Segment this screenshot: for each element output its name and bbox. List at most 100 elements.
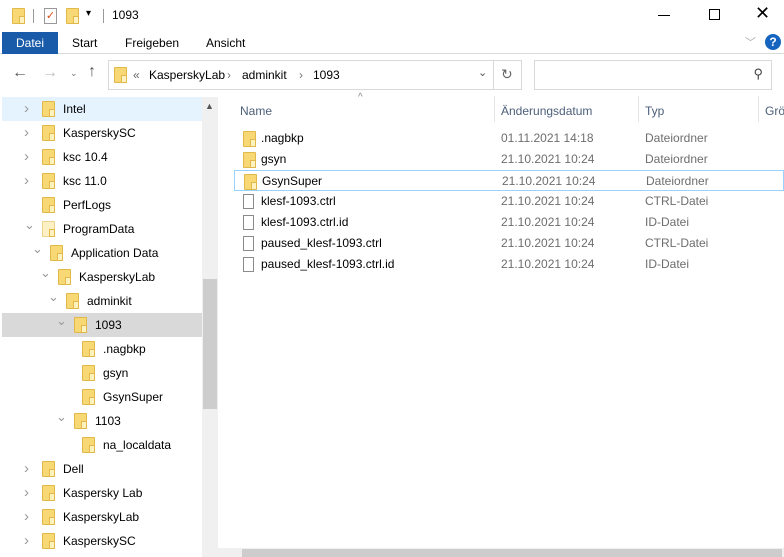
folder-icon [114, 67, 127, 83]
scrollbar-thumb[interactable] [203, 279, 217, 409]
chevron-right-icon[interactable]: › [24, 121, 29, 145]
tree-item-label: KasperskyLab [79, 270, 156, 284]
file-type: ID-Datei [645, 257, 690, 271]
back-icon[interactable]: ← [12, 64, 28, 82]
overflow-chevron[interactable]: « [133, 68, 140, 82]
file-row[interactable]: klesf-1093.ctrl 21.10.2021 10:24 CTRL-Date… [234, 191, 784, 212]
file-date: 01.11.2021 14:18 [501, 131, 594, 145]
properties-icon[interactable]: ✓ [44, 8, 57, 24]
chevron-right-icon[interactable]: › [24, 481, 29, 505]
refresh-icon[interactable]: ↻ [501, 66, 513, 83]
chevron-right-icon[interactable]: › [24, 97, 29, 121]
help-icon[interactable]: ? [765, 34, 781, 50]
tree-item[interactable]: .nagbkp [2, 337, 202, 361]
tree-scrollbar[interactable]: ▲ [202, 97, 218, 557]
crumb-adminkit[interactable]: adminkit [242, 68, 287, 82]
tree-item[interactable]: ⌄ KasperskyLab [2, 265, 202, 289]
folder-icon [42, 533, 55, 549]
file-name: GsynSuper [262, 174, 323, 188]
close-icon[interactable]: ✕ [755, 3, 770, 24]
tree-item[interactable]: › Dell [2, 457, 202, 481]
file-type: Dateiordner [645, 131, 708, 145]
tab-freigeben[interactable]: Freigeben [125, 32, 179, 54]
ribbon: Datei Start Freigeben Ansicht ﹀ ? [0, 32, 784, 54]
tree-item[interactable]: ⌄ 1103 [2, 409, 202, 433]
tree-item[interactable]: na_localdata [2, 433, 202, 457]
folder-icon [42, 509, 55, 525]
chevron-right-icon[interactable]: › [24, 529, 29, 553]
tree-item[interactable]: ⌄ 1093 [2, 313, 202, 337]
folder-icon [42, 173, 55, 189]
up-icon[interactable]: ↑ [88, 63, 96, 81]
chevron-down-icon[interactable]: ⌄ [56, 309, 67, 333]
tab-ansicht[interactable]: Ansicht [206, 32, 245, 54]
recent-locations-icon[interactable]: ⌄ [70, 68, 78, 79]
sort-ascending-icon: ^ [358, 92, 363, 103]
file-name: .nagbkp [261, 131, 304, 145]
file-row[interactable]: paused_klesf-1093.ctrl.id 21.10.2021 10:2… [234, 254, 784, 275]
column-header-date[interactable]: Änderungsdatum [501, 100, 592, 122]
file-row[interactable]: paused_klesf-1093.ctrl 21.10.2021 10:24 CT… [234, 233, 784, 254]
tree-item-label: Application Data [71, 246, 159, 260]
tree-item[interactable]: › KasperskySC [2, 529, 202, 553]
chevron-right-icon[interactable]: › [24, 145, 29, 169]
crumb-1093[interactable]: 1093 [313, 68, 340, 82]
crumb-kasperskylab[interactable]: KasperskyLab [149, 68, 225, 82]
chevron-down-icon[interactable]: ⌄ [48, 285, 59, 309]
chevron-down-icon[interactable]: ⌄ [40, 261, 51, 285]
forward-icon[interactable]: → [42, 64, 58, 82]
chevron-down-icon[interactable]: ⌄ [56, 405, 67, 429]
folder-icon [50, 245, 63, 261]
chevron-right-icon[interactable]: › [24, 169, 29, 193]
customize-toolbar-icon[interactable]: ▾ [86, 8, 91, 19]
scroll-up-icon[interactable]: ▲ [205, 101, 214, 111]
tree-item[interactable]: gsyn [2, 361, 202, 385]
file-row[interactable]: .nagbkp 01.11.2021 14:18 Dateiordner [234, 128, 784, 149]
tree-item-label: 1093 [95, 318, 122, 332]
minimize-icon[interactable] [658, 15, 670, 16]
tree-item[interactable]: › Intel [2, 97, 202, 121]
crumb-separator-icon[interactable]: › [227, 68, 231, 82]
new-folder-icon[interactable] [66, 8, 79, 24]
folder-icon [74, 317, 87, 333]
address-dropdown-icon[interactable]: ⌄ [478, 66, 487, 79]
tree-item[interactable]: › KasperskySC [2, 121, 202, 145]
expand-ribbon-icon[interactable]: ﹀ [745, 34, 756, 50]
crumb-separator-icon[interactable]: › [299, 68, 303, 82]
folder-icon [74, 413, 87, 429]
chevron-down-icon[interactable]: ⌄ [24, 213, 35, 237]
chevron-right-icon[interactable]: › [24, 457, 29, 481]
tree-item[interactable]: › ksc 11.0 [2, 169, 202, 193]
search-input[interactable]: ⚲ [534, 60, 772, 90]
tree-item[interactable]: › KasperskyLab [2, 505, 202, 529]
column-separator[interactable] [494, 96, 495, 122]
divider [33, 9, 34, 23]
folder-icon [42, 149, 55, 165]
chevron-right-icon[interactable]: › [24, 505, 29, 529]
tree-item[interactable]: GsynSuper [2, 385, 202, 409]
column-header-type[interactable]: Typ [645, 100, 664, 122]
column-header-name[interactable]: Name [240, 100, 272, 122]
tree-item[interactable]: ⌄ adminkit [2, 289, 202, 313]
file-name: klesf-1093.ctrl.id [261, 215, 349, 229]
file-type: ID-Datei [645, 215, 690, 229]
tree-item[interactable]: › ksc 10.4 [2, 145, 202, 169]
scrollbar-thumb[interactable] [242, 549, 782, 557]
file-row[interactable]: klesf-1093.ctrl.id 21.10.2021 10:24 ID-Dat… [234, 212, 784, 233]
file-row[interactable]: GsynSuper 21.10.2021 10:24 Dateiordner [234, 170, 784, 191]
file-date: 21.10.2021 10:24 [501, 236, 595, 250]
column-separator[interactable] [638, 96, 639, 122]
file-name: klesf-1093.ctrl [261, 194, 336, 208]
tree-item[interactable]: › Kaspersky Lab [2, 481, 202, 505]
tree-item[interactable]: ⌄ Application Data [2, 241, 202, 265]
address-bar[interactable]: « KasperskyLab › adminkit › 1093 ⌄ ↻ [108, 60, 522, 90]
tab-datei[interactable]: Datei [2, 32, 58, 54]
column-separator[interactable] [758, 96, 759, 122]
maximize-icon[interactable] [709, 9, 720, 20]
column-header-size[interactable]: Grö [765, 100, 784, 122]
tab-start[interactable]: Start [72, 32, 97, 54]
horizontal-scrollbar[interactable] [218, 548, 784, 557]
file-type: Dateiordner [646, 174, 709, 188]
file-row[interactable]: gsyn 21.10.2021 10:24 Dateiordner [234, 149, 784, 170]
chevron-down-icon[interactable]: ⌄ [32, 237, 43, 261]
